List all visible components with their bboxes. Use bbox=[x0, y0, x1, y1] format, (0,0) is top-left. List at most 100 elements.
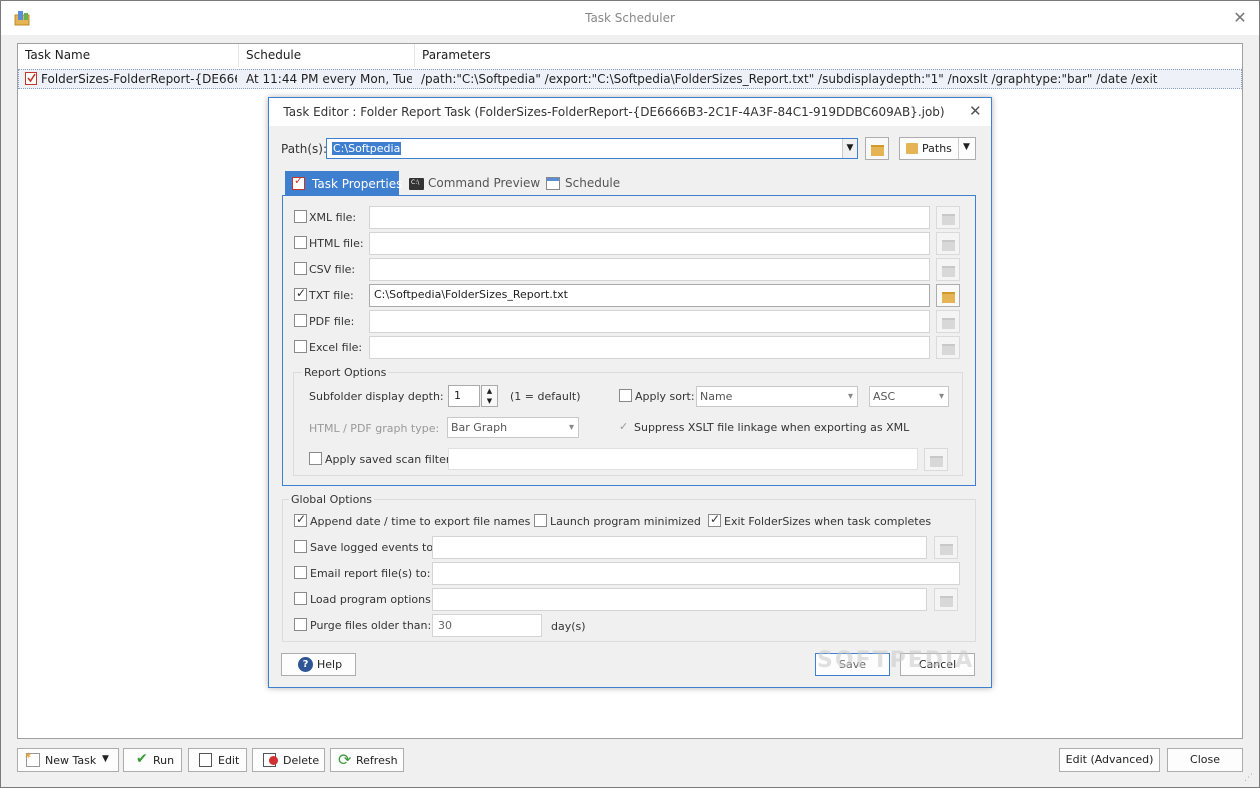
xml-file-input[interactable] bbox=[369, 206, 930, 229]
txt-checkbox[interactable] bbox=[294, 288, 307, 304]
excel-file-input[interactable] bbox=[369, 336, 930, 359]
close-icon[interactable]: ✕ bbox=[1230, 8, 1250, 28]
excel-label: Excel file: bbox=[309, 341, 363, 354]
scan-filter-browse-icon[interactable] bbox=[924, 448, 948, 471]
txt-browse-icon[interactable] bbox=[936, 284, 960, 307]
column-header-parameters[interactable]: Parameters bbox=[415, 44, 1242, 67]
xml-label: XML file: bbox=[309, 211, 357, 224]
run-button[interactable]: ✔ Run bbox=[123, 748, 182, 772]
txt-label: TXT file: bbox=[309, 289, 354, 302]
tab-command-preview[interactable]: Command Preview bbox=[428, 176, 540, 190]
run-label: Run bbox=[153, 754, 175, 767]
pdf-label: PDF file: bbox=[309, 315, 355, 328]
purge-checkbox[interactable] bbox=[294, 618, 307, 634]
sort-order-select[interactable]: ASC bbox=[869, 386, 949, 407]
purge-unit: day(s) bbox=[551, 620, 586, 633]
task-icon bbox=[25, 71, 38, 86]
append-date-label: Append date / time to export file names bbox=[310, 515, 531, 528]
delete-badge-icon bbox=[269, 756, 278, 765]
paths-button[interactable]: Paths ▼ bbox=[899, 137, 976, 160]
email-label: Email report file(s) to: bbox=[310, 567, 431, 580]
pdf-file-input[interactable] bbox=[369, 310, 930, 333]
scan-filter-label: Apply saved scan filter: bbox=[325, 453, 454, 466]
exit-checkbox[interactable] bbox=[708, 514, 721, 530]
depth-spinner[interactable]: ▲ ▼ bbox=[481, 385, 498, 407]
csv-file-input[interactable] bbox=[369, 258, 930, 281]
tab-label: Task Properties bbox=[312, 177, 403, 191]
scan-filter-checkbox[interactable] bbox=[309, 452, 322, 468]
edit-label: Edit bbox=[218, 754, 240, 767]
chevron-down-icon[interactable]: ▼ bbox=[963, 142, 970, 152]
pdf-checkbox[interactable] bbox=[294, 314, 307, 330]
delete-label: Delete bbox=[283, 754, 320, 767]
help-button[interactable]: ? Help bbox=[281, 653, 356, 676]
scan-filter-input[interactable] bbox=[448, 448, 918, 470]
help-icon: ? bbox=[298, 657, 313, 672]
csv-browse-icon[interactable] bbox=[936, 258, 960, 281]
window-title: Task Scheduler bbox=[585, 11, 675, 25]
calendar-header bbox=[547, 178, 559, 181]
column-header-task-name[interactable]: Task Name bbox=[18, 44, 239, 67]
column-header-schedule[interactable]: Schedule bbox=[239, 44, 415, 67]
csv-checkbox[interactable] bbox=[294, 262, 307, 278]
resize-grip[interactable]: ⋰ bbox=[1244, 773, 1253, 783]
watermark: SOFTPEDIA bbox=[817, 648, 975, 673]
suppress-checkbox[interactable]: ✓ bbox=[619, 420, 628, 433]
depth-input[interactable]: 1 bbox=[448, 385, 480, 407]
html-browse-icon[interactable] bbox=[936, 232, 960, 255]
graph-type-select[interactable]: Bar Graph bbox=[447, 417, 579, 438]
excel-checkbox[interactable] bbox=[294, 340, 307, 356]
sort-field-select[interactable]: Name bbox=[696, 386, 858, 407]
tab-task-properties[interactable]: ✓ Task Properties bbox=[285, 171, 403, 196]
pdf-browse-icon[interactable] bbox=[936, 310, 960, 333]
txt-file-input[interactable]: C:\Softpedia\FolderSizes_Report.txt bbox=[369, 284, 930, 307]
chevron-down-icon[interactable]: ▼ bbox=[102, 754, 109, 764]
tab-schedule[interactable]: Schedule bbox=[565, 176, 620, 190]
paths-label: Paths bbox=[922, 142, 952, 155]
append-date-checkbox[interactable] bbox=[294, 514, 307, 530]
apply-sort-checkbox[interactable] bbox=[619, 389, 632, 405]
task-editor-dialog: Task Editor : Folder Report Task (Folder… bbox=[268, 97, 992, 688]
path-value: C:\Softpedia bbox=[332, 142, 402, 155]
new-task-button[interactable]: ✶ New Task ▼ bbox=[17, 748, 119, 772]
path-combo[interactable]: C:\Softpedia ▼ bbox=[326, 138, 858, 159]
edit-advanced-button[interactable]: Edit (Advanced) bbox=[1059, 748, 1160, 772]
csv-label: CSV file: bbox=[309, 263, 356, 276]
paths-divider bbox=[958, 138, 959, 159]
browse-folder-icon[interactable] bbox=[865, 137, 889, 160]
dialog-close-icon[interactable]: ✕ bbox=[969, 102, 982, 120]
xml-checkbox[interactable] bbox=[294, 210, 307, 226]
graph-type-label: HTML / PDF graph type: bbox=[309, 422, 440, 435]
console-icon: C:\ bbox=[409, 178, 424, 190]
load-opts-checkbox[interactable] bbox=[294, 592, 307, 608]
save-logged-checkbox[interactable] bbox=[294, 540, 307, 556]
purge-days-input[interactable]: 30 bbox=[432, 614, 542, 637]
purge-label: Purge files older than: bbox=[310, 619, 432, 632]
launch-min-checkbox[interactable] bbox=[534, 514, 547, 530]
html-checkbox[interactable] bbox=[294, 236, 307, 252]
depth-hint: (1 = default) bbox=[510, 390, 581, 403]
html-file-input[interactable] bbox=[369, 232, 930, 255]
depth-label: Subfolder display depth: bbox=[309, 390, 444, 403]
task-name-cell: FolderSizes-FolderReport-{DE6666B... bbox=[41, 72, 237, 86]
calendar-icon bbox=[546, 177, 560, 190]
xml-browse-icon[interactable] bbox=[936, 206, 960, 229]
email-input[interactable] bbox=[432, 562, 960, 585]
schedule-cell: At 11:44 PM every Mon, Tue,... bbox=[246, 72, 412, 86]
folder-add-icon bbox=[906, 143, 918, 154]
save-logged-input[interactable] bbox=[432, 536, 927, 559]
excel-browse-icon[interactable] bbox=[936, 336, 960, 359]
chevron-down-icon[interactable]: ▼ bbox=[842, 139, 857, 158]
save-logged-browse-icon[interactable] bbox=[934, 536, 958, 559]
email-checkbox[interactable] bbox=[294, 566, 307, 582]
load-opts-label: Load program options: bbox=[310, 593, 435, 606]
refresh-icon: ⟳ bbox=[338, 750, 352, 769]
edit-button[interactable]: Edit bbox=[188, 748, 247, 772]
html-label: HTML file: bbox=[309, 237, 364, 250]
delete-button[interactable]: Delete bbox=[252, 748, 325, 772]
refresh-button[interactable]: ⟳ Refresh bbox=[330, 748, 404, 772]
global-options-title: Global Options bbox=[289, 493, 375, 506]
close-button[interactable]: Close bbox=[1167, 748, 1243, 772]
load-opts-browse-icon[interactable] bbox=[934, 588, 958, 611]
load-opts-input[interactable] bbox=[432, 588, 927, 611]
